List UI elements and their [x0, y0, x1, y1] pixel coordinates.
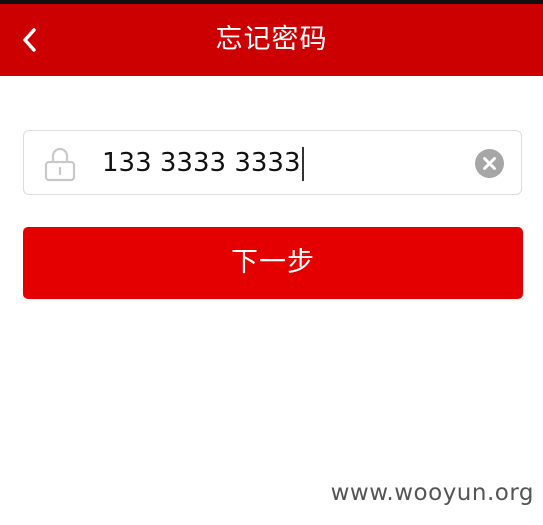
header-bar: 忘记密码: [0, 4, 543, 76]
lock-icon: [44, 147, 76, 182]
phone-input[interactable]: 133 3333 3333: [102, 131, 304, 196]
phone-number-field[interactable]: 133 3333 3333: [23, 130, 522, 195]
text-caret: [301, 146, 304, 181]
clear-icon[interactable]: [475, 149, 504, 178]
phone-value: 133 3333 3333: [102, 148, 301, 178]
watermark: www.wooyun.org: [330, 480, 534, 506]
next-step-button[interactable]: 下一步: [23, 227, 523, 299]
page-title: 忘记密码: [215, 24, 328, 55]
